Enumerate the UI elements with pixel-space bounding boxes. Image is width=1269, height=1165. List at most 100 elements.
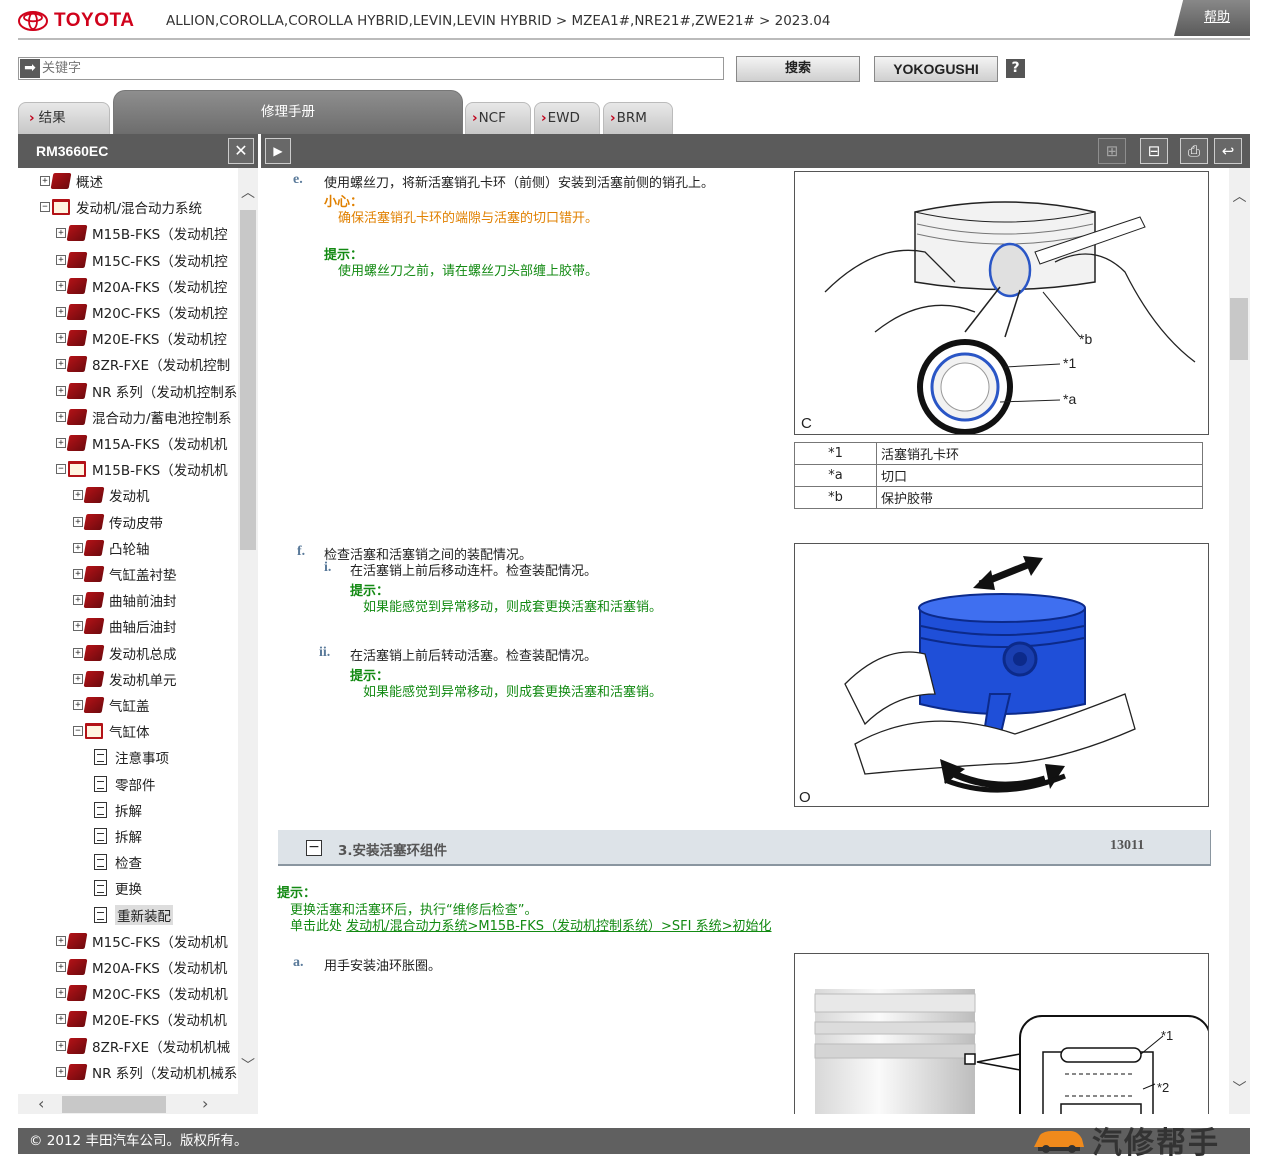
expand-icon[interactable]: + — [40, 176, 50, 186]
yokogushi-button[interactable]: YOKOGUSHI — [874, 56, 998, 82]
tree-item[interactable]: +8ZR-FXE（发动机控制 — [56, 353, 230, 375]
tree-item[interactable]: + 凸轮轴 — [73, 537, 150, 559]
tree-item[interactable]: + M20A-FKS（发动机机 — [56, 956, 227, 978]
tree-item[interactable]: + 发动机 — [73, 484, 150, 506]
expand-icon[interactable]: + — [56, 385, 66, 396]
tree-item[interactable]: 重新装配 — [88, 904, 173, 926]
tree-item[interactable]: − 气缸体 — [73, 720, 150, 742]
expand-icon[interactable]: + — [73, 542, 83, 553]
legend-value: 切口 — [876, 464, 1203, 487]
tab-results[interactable]: › 结果 — [18, 102, 110, 134]
initialization-link[interactable]: 发动机/混合动力系统>M15B-FKS（发动机控制系统）>SFI 系统>初始化 — [346, 919, 771, 934]
expand-all-icon[interactable]: ⊞ — [1098, 138, 1126, 164]
expand-icon[interactable]: + — [56, 438, 66, 448]
hint-link-prefix: 单击此处 — [290, 919, 347, 934]
tree-item[interactable]: 拆解 — [88, 799, 142, 821]
expand-icon[interactable]: + — [56, 307, 66, 317]
expand-icon[interactable]: + — [73, 647, 83, 658]
close-icon[interactable]: ✕ — [228, 138, 254, 164]
tree-item[interactable]: + M15B-FKS（发动机控 — [56, 222, 228, 244]
scroll-up-icon[interactable]: ︿ — [1229, 186, 1250, 206]
collapse-icon[interactable]: − — [56, 464, 66, 475]
print-icon[interactable]: ⎙ — [1180, 138, 1208, 164]
expand-icon[interactable]: + — [56, 333, 66, 344]
collapse-all-icon[interactable]: ⊟ — [1140, 138, 1168, 164]
legend-table: *1 活塞销孔卡环 *a 切口 *b 保护胶带 — [794, 442, 1203, 509]
tree-item[interactable]: + 传动皮带 — [73, 511, 163, 533]
expand-icon[interactable]: + — [56, 988, 66, 999]
tree-item-label: M15B-FKS（发动机控 — [92, 227, 228, 244]
tree-item[interactable]: + M20A-FKS（发动机控 — [56, 275, 227, 297]
tree-item[interactable]: + 气缸盖衬垫 — [73, 563, 177, 585]
expand-icon[interactable]: + — [56, 228, 66, 239]
expand-icon[interactable]: + — [56, 254, 66, 265]
expand-icon[interactable]: + — [56, 1014, 66, 1025]
expand-icon[interactable]: + — [73, 700, 83, 710]
tree-item[interactable]: + 混合动力/蓄电池控制系 — [56, 406, 232, 428]
tree-item[interactable]: +8ZR-FXE（发动机机械 — [56, 1035, 230, 1057]
tree-item[interactable]: 零部件 — [88, 773, 156, 795]
tree-item[interactable]: + M20E-FKS（发动机机 — [56, 1008, 227, 1030]
scroll-down-icon[interactable]: ﹀ — [1229, 1078, 1250, 1098]
collapse-section-icon[interactable]: − — [306, 840, 322, 856]
collapse-icon[interactable]: − — [40, 202, 50, 213]
figure-piston-check: O — [794, 543, 1209, 807]
return-icon[interactable]: ↩ — [1214, 138, 1242, 164]
tree-item[interactable]: 拆解 — [88, 825, 142, 847]
tab-ncf[interactable]: ›NCF — [465, 102, 531, 134]
help-button[interactable]: 帮助 — [1174, 0, 1250, 36]
tree-item[interactable]: − 发动机/混合动力系统 — [40, 196, 202, 218]
tree-item-label: M20C-FKS（发动机机 — [92, 987, 228, 1004]
scroll-left-icon[interactable]: ‹ — [38, 1094, 44, 1113]
expand-icon[interactable]: + — [73, 673, 83, 684]
tree-item[interactable]: + NR 系列（发动机控制系 — [56, 380, 237, 402]
expand-icon[interactable]: + — [73, 490, 83, 501]
tree-item-label: NR 系列（发动机机械系 — [92, 1065, 238, 1082]
tree-item[interactable]: 注意事项 — [88, 746, 169, 768]
tree-item[interactable]: + M15A-FKS（发动机机 — [56, 432, 227, 454]
tree-item[interactable]: 更换 — [88, 877, 142, 899]
expand-icon[interactable]: + — [56, 280, 66, 291]
search-input[interactable] — [42, 58, 722, 79]
tree-item[interactable]: + M20C-FKS（发动机机 — [56, 982, 228, 1004]
tree-item[interactable]: + NR 系列（发动机机械系 — [56, 1061, 237, 1083]
expand-icon[interactable]: + — [56, 935, 66, 946]
tree-item[interactable]: + M20E-FKS（发动机控 — [56, 327, 227, 349]
tree-item[interactable]: + 气缸盖 — [73, 694, 150, 716]
top-bar: TOYOTA ALLION,COROLLA,COROLLA HYBRID,LEV… — [0, 0, 1269, 40]
tree-scroll-thumb[interactable] — [240, 210, 256, 550]
expand-icon[interactable]: + — [73, 621, 83, 632]
expand-icon[interactable]: + — [73, 516, 83, 527]
content-scroll-thumb[interactable] — [1230, 298, 1248, 360]
expand-icon[interactable]: + — [73, 569, 83, 579]
scroll-up-icon[interactable]: ︿ — [238, 182, 258, 202]
tab-repair-manual[interactable]: 修理手册 — [113, 90, 463, 134]
expand-icon[interactable]: + — [73, 595, 83, 606]
tab-ewd[interactable]: ›EWD — [534, 102, 600, 134]
tree-item[interactable]: + 曲轴后油封 — [73, 615, 177, 637]
tree-hscroll-thumb[interactable] — [62, 1096, 166, 1113]
tree-item[interactable]: + M20C-FKS（发动机控 — [56, 301, 228, 323]
tree-item[interactable]: − M15B-FKS（发动机机 — [56, 458, 228, 480]
search-button[interactable]: 搜索 — [736, 56, 860, 82]
play-icon[interactable]: ▶ — [265, 138, 291, 164]
question-icon[interactable]: ? — [1006, 59, 1025, 78]
closed-book-icon — [83, 697, 105, 713]
tree-item[interactable]: + 发动机总成 — [73, 642, 177, 664]
expand-icon[interactable]: + — [56, 359, 66, 370]
tree-item[interactable]: + 概述 — [40, 170, 103, 192]
tree-item[interactable]: + M15C-FKS（发动机机 — [56, 930, 228, 952]
expand-icon[interactable]: + — [56, 962, 66, 972]
tree-item[interactable]: + M15C-FKS（发动机控 — [56, 249, 228, 271]
expand-icon[interactable]: + — [56, 1066, 66, 1077]
collapse-icon[interactable]: − — [73, 726, 83, 737]
scroll-down-icon[interactable]: ﹀ — [238, 1055, 258, 1075]
tree-item[interactable]: + 发动机单元 — [73, 668, 177, 690]
tree-item[interactable]: 检查 — [88, 851, 142, 873]
expand-icon[interactable]: + — [56, 1040, 66, 1051]
scroll-right-icon[interactable]: › — [202, 1094, 208, 1113]
tab-brm[interactable]: ›BRM — [603, 102, 673, 134]
tree-item[interactable]: + 曲轴前油封 — [73, 589, 177, 611]
expand-icon[interactable]: + — [56, 411, 66, 422]
figure-oil-ring-install: *1 *2 — [794, 953, 1211, 1114]
